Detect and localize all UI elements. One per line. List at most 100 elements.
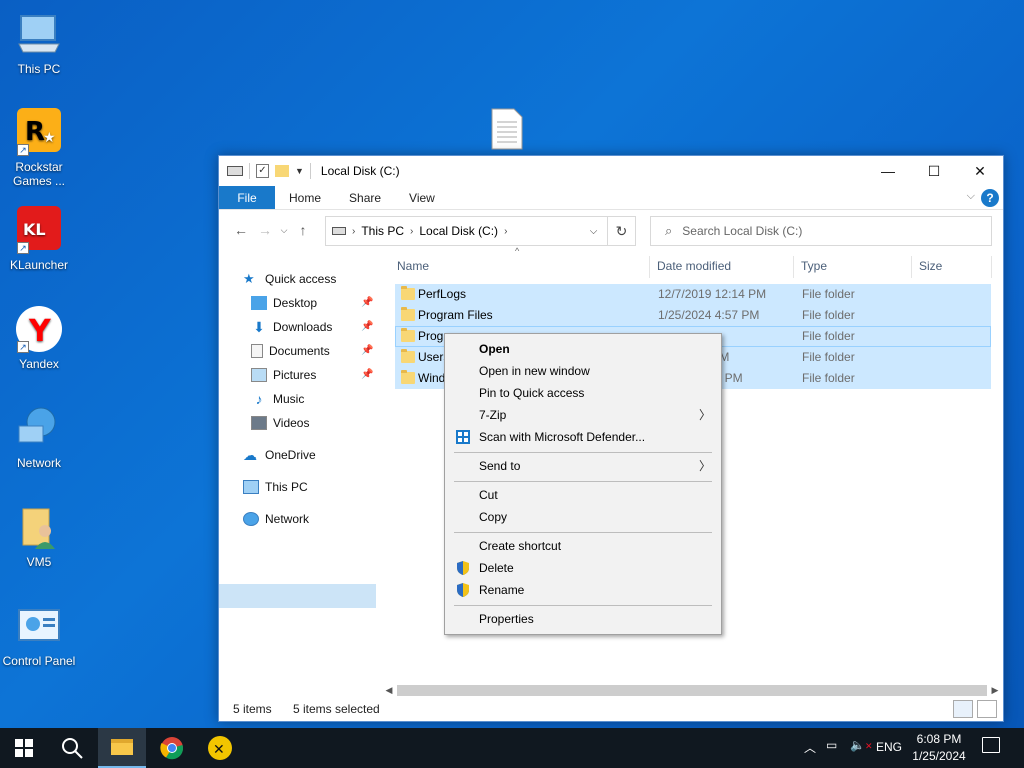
- menu-item-properties[interactable]: Properties: [445, 608, 721, 630]
- scroll-right-icon[interactable]: ▶: [987, 682, 1003, 698]
- user-folder-icon: [15, 503, 63, 551]
- nav-item-this-pc[interactable]: This PC: [243, 476, 308, 498]
- pin-icon[interactable]: 📌: [361, 321, 373, 332]
- address-dropdown-chevron-icon[interactable]: ⌵: [579, 217, 607, 245]
- column-divider[interactable]: [793, 256, 794, 278]
- search-box[interactable]: ⌕ Search Local Disk (C:): [650, 216, 992, 246]
- refresh-button[interactable]: ↻: [608, 216, 636, 246]
- recent-locations-chevron-icon[interactable]: ⌵: [277, 225, 291, 236]
- address-bar[interactable]: › This PC › Local Disk (C:) › ⌵: [325, 216, 608, 246]
- svg-text:★: ★: [43, 129, 56, 145]
- status-bar: 5 items 5 items selected: [219, 697, 1003, 721]
- uac-shield-icon: [455, 582, 471, 598]
- title-bar[interactable]: ✓ ▼ Local Disk (C:) — ☐ ✕: [219, 156, 1003, 186]
- system-clock[interactable]: 6:08 PM 1/25/2024: [904, 731, 974, 765]
- column-divider[interactable]: [649, 256, 650, 278]
- up-arrow-icon[interactable]: ↑: [291, 222, 315, 238]
- desktop-icon-control-panel[interactable]: Control Panel: [0, 602, 78, 668]
- close-button[interactable]: ✕: [957, 156, 1003, 186]
- search-input[interactable]: Search Local Disk (C:): [682, 224, 802, 238]
- desktop-icon-this-pc[interactable]: This PC: [0, 10, 78, 76]
- large-icons-view-icon[interactable]: [977, 700, 997, 718]
- tab-file[interactable]: File: [219, 186, 275, 209]
- menu-item-scan-defender[interactable]: Scan with Microsoft Defender...: [445, 426, 721, 448]
- nav-item-downloads[interactable]: ⬇ Downloads: [251, 316, 332, 338]
- menu-item-open-new-window[interactable]: Open in new window: [445, 360, 721, 382]
- nav-item-quick-access[interactable]: ★ Quick access: [243, 268, 336, 290]
- pin-icon[interactable]: 📌: [361, 369, 373, 380]
- nav-item-network[interactable]: Network: [243, 508, 309, 530]
- help-icon[interactable]: ?: [981, 189, 999, 207]
- breadcrumb-this-pc[interactable]: This PC: [361, 224, 404, 238]
- menu-item-copy[interactable]: Copy: [445, 506, 721, 528]
- scrollbar-thumb[interactable]: [397, 685, 987, 696]
- chevron-down-icon[interactable]: ▼: [295, 166, 304, 176]
- column-header-size[interactable]: Size: [915, 254, 942, 278]
- language-indicator[interactable]: ENG: [876, 740, 902, 754]
- column-header-type[interactable]: Type: [797, 254, 827, 278]
- horizontal-scrollbar[interactable]: ◀ ▶: [381, 682, 1003, 698]
- table-row[interactable]: PerfLogs 12/7/2019 12:14 PM File folder: [395, 284, 991, 305]
- menu-item-delete[interactable]: Delete: [445, 557, 721, 579]
- menu-item-open[interactable]: Open: [445, 338, 721, 360]
- desktop-icon-yandex[interactable]: Y ↗ Yandex: [0, 305, 78, 371]
- table-row[interactable]: Program Files 1/25/2024 4:57 PM File fol…: [395, 305, 991, 326]
- breadcrumb-chevron-icon[interactable]: ›: [352, 226, 355, 237]
- desktop-folder-icon: [251, 296, 267, 310]
- details-view-icon[interactable]: [953, 700, 973, 718]
- nav-item-videos[interactable]: Videos: [251, 412, 309, 434]
- taskbar-file-explorer[interactable]: [98, 728, 146, 768]
- start-button[interactable]: [0, 728, 48, 768]
- minimize-button[interactable]: —: [865, 156, 911, 186]
- forward-arrow-icon[interactable]: →: [253, 222, 277, 238]
- file-name: PerfLogs: [418, 287, 467, 301]
- column-header-name[interactable]: Name: [393, 254, 429, 278]
- nav-item-desktop[interactable]: Desktop: [251, 292, 317, 314]
- show-hidden-icons-chevron-icon[interactable]: ︿: [804, 739, 816, 756]
- menu-item-pin-quick-access[interactable]: Pin to Quick access: [445, 382, 721, 404]
- maximize-button[interactable]: ☐: [911, 156, 957, 186]
- menu-item-7zip[interactable]: 7-Zip 〉: [445, 404, 721, 426]
- new-folder-icon[interactable]: [275, 165, 289, 177]
- scroll-left-icon[interactable]: ◀: [381, 682, 397, 698]
- menu-item-cut[interactable]: Cut: [445, 484, 721, 506]
- nav-item-onedrive[interactable]: ☁ OneDrive: [243, 444, 316, 466]
- column-divider[interactable]: [991, 256, 992, 278]
- back-arrow-icon[interactable]: ←: [229, 222, 253, 238]
- expand-ribbon-icon[interactable]: ⌵: [967, 190, 975, 203]
- breadcrumb-chevron-icon[interactable]: ›: [504, 226, 507, 237]
- menu-item-rename[interactable]: Rename: [445, 579, 721, 601]
- text-document-icon[interactable]: [490, 108, 524, 150]
- search-button[interactable]: [48, 728, 96, 768]
- desktop-icon-rockstar[interactable]: R ★ ↗ Rockstar Games ...: [0, 108, 78, 188]
- nav-item-pictures[interactable]: Pictures: [251, 364, 316, 386]
- tab-home[interactable]: Home: [275, 186, 335, 209]
- menu-item-create-shortcut[interactable]: Create shortcut: [445, 535, 721, 557]
- menu-separator: [454, 605, 712, 606]
- column-header-date[interactable]: Date modified: [653, 254, 731, 278]
- drive-icon: [227, 166, 243, 176]
- action-center-icon[interactable]: [982, 737, 1000, 753]
- tab-view[interactable]: View: [395, 186, 449, 209]
- pin-icon[interactable]: 📌: [361, 345, 373, 356]
- network-status-icon[interactable]: ▭: [826, 738, 837, 752]
- computer-icon: [243, 480, 259, 494]
- klauncher-taskbar-icon: ✕: [208, 736, 232, 760]
- menu-separator: [454, 532, 712, 533]
- breadcrumb-chevron-icon[interactable]: ›: [410, 226, 413, 237]
- pin-icon[interactable]: 📌: [361, 297, 373, 308]
- taskbar-klauncher[interactable]: ✕: [196, 728, 244, 768]
- properties-check-icon[interactable]: ✓: [256, 164, 269, 178]
- volume-muted-icon[interactable]: 🔈✕: [850, 738, 873, 752]
- menu-item-send-to[interactable]: Send to 〉: [445, 455, 721, 477]
- nav-item-music[interactable]: ♪ Music: [251, 388, 305, 410]
- nav-item-documents[interactable]: Documents: [251, 340, 330, 362]
- music-note-icon: ♪: [255, 391, 263, 407]
- taskbar-chrome[interactable]: [148, 728, 196, 768]
- column-divider[interactable]: [911, 256, 912, 278]
- desktop-icon-vm5[interactable]: VM5: [0, 503, 78, 569]
- desktop-icon-klauncher[interactable]: KL ↗ KLauncher: [0, 206, 78, 272]
- tab-share[interactable]: Share: [335, 186, 395, 209]
- breadcrumb-local-disk[interactable]: Local Disk (C:): [419, 224, 498, 238]
- desktop-icon-network[interactable]: Network: [0, 404, 78, 470]
